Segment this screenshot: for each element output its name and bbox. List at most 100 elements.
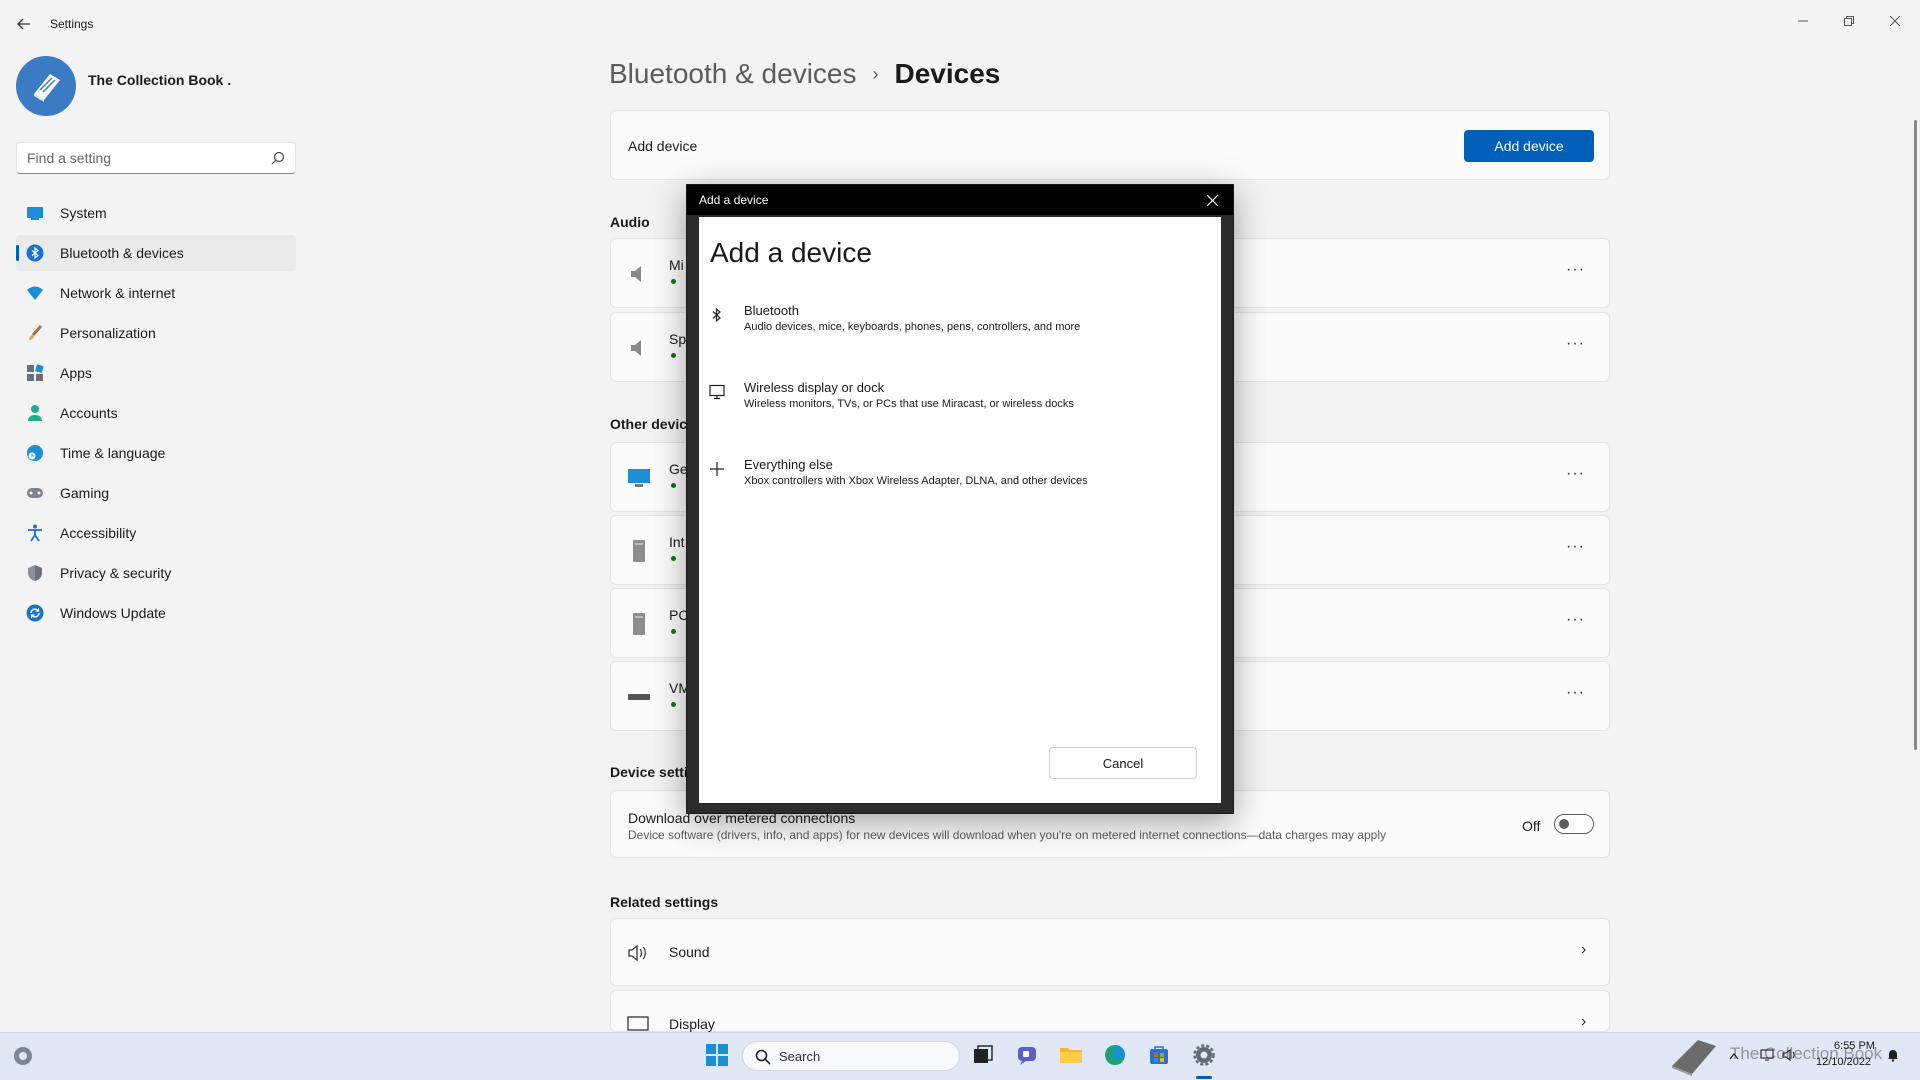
option-title: Wireless display or dock [744,380,885,395]
gamepad-icon [26,484,44,502]
more-options-button[interactable]: ··· [1566,684,1585,702]
notifications-button[interactable] [1886,1048,1900,1067]
more-options-button[interactable]: ··· [1566,335,1585,353]
plus-icon [709,461,725,477]
sidebar-item-gaming[interactable]: Gaming [16,475,296,511]
clock-time[interactable]: 6:55 PM [1834,1040,1875,1052]
dialog-body: Add a device Bluetooth Audio devices, mi… [699,217,1221,803]
edge-browser-icon [1105,1045,1125,1065]
more-options-button[interactable]: ··· [1566,261,1585,279]
related-display-card[interactable]: Display › [610,990,1610,1034]
avatar[interactable] [16,56,76,116]
back-button[interactable] [10,10,38,38]
device-name: Mi [669,257,684,273]
sidebar-item-personalization[interactable]: Personalization [16,315,296,351]
show-hidden-icons-button[interactable] [1729,1049,1739,1063]
option-everything-else[interactable]: Everything else Xbox controllers with Xb… [699,453,1221,513]
sidebar-item-network[interactable]: Network & internet [16,275,296,311]
apps-icon [26,364,44,382]
device-name: Sp [669,331,687,347]
sidebar-item-windows-update[interactable]: Windows Update [16,595,296,631]
sidebar-item-label: Gaming [60,485,110,501]
option-title: Bluetooth [744,303,799,318]
minimize-button[interactable] [1780,6,1826,36]
volume-button[interactable] [1782,1048,1798,1066]
more-options-button[interactable]: ··· [1566,465,1585,483]
connected-dot [671,629,676,634]
breadcrumb-parent[interactable]: Bluetooth & devices [609,58,857,89]
close-icon [1206,194,1218,206]
option-wireless-display[interactable]: Wireless display or dock Wireless monito… [699,376,1221,436]
shield-icon [26,564,44,582]
sidebar-item-label: Bluetooth & devices [60,245,184,261]
taskbar-store[interactable] [1144,1040,1174,1070]
device-name: Ge [669,461,688,477]
network-status-button[interactable] [1760,1048,1774,1066]
sidebar-item-apps[interactable]: Apps [16,355,296,391]
sidebar-item-label: Time & language [60,445,166,461]
option-description: Xbox controllers with Xbox Wireless Adap… [744,475,1088,487]
sidebar-item-label: System [60,205,107,221]
store-icon [1150,1046,1168,1064]
related-sound-card[interactable]: Sound › [610,918,1610,986]
restore-button[interactable] [1826,6,1872,36]
more-options-button[interactable]: ··· [1566,538,1585,556]
sidebar-item-label: Accessibility [60,525,137,541]
chevron-right-icon: › [1581,1013,1587,1030]
settings-search-box[interactable] [16,142,296,174]
close-window-button[interactable] [1872,6,1918,36]
scrollbar[interactable] [1914,120,1917,750]
chevron-up-icon [1729,1053,1739,1060]
add-device-card-label: Add device [628,138,698,154]
active-app-indicator [1196,1076,1212,1079]
page-title: Devices [894,58,1001,89]
bluetooth-icon [709,307,725,323]
search-icon [755,1049,771,1065]
cancel-button[interactable]: Cancel [1049,747,1197,779]
sidebar-item-system[interactable]: System [16,195,296,231]
option-title: Everything else [744,457,833,472]
network-icon [1760,1049,1774,1061]
sidebar-item-accounts[interactable]: Accounts [16,395,296,431]
more-options-button[interactable]: ··· [1566,611,1585,629]
monitor-icon [628,469,650,487]
task-view-icon [974,1045,993,1063]
taskbar [0,1032,1920,1080]
taskbar-file-explorer[interactable] [1056,1040,1086,1070]
section-heading-device-settings: Device setti [610,764,688,780]
related-label: Sound [669,944,710,960]
chevron-right-icon: › [1581,941,1587,958]
globe-clock-icon [26,444,44,462]
connected-dot [671,556,676,561]
taskbar-task-view[interactable] [968,1040,998,1070]
sidebar-item-label: Accounts [60,405,118,421]
clock-date[interactable]: 12/10/2022 [1816,1056,1871,1068]
taskbar-search[interactable]: Search [742,1041,960,1071]
section-heading-related: Related settings [610,894,719,910]
option-description: Wireless monitors, TVs, or PCs that use … [744,398,1074,410]
taskbar-edge[interactable] [1100,1040,1130,1070]
taskbar-widget-button[interactable] [8,1041,38,1071]
breadcrumb: Bluetooth & devices › Devices [609,58,1000,90]
start-button[interactable] [702,1040,732,1070]
dialog-close-button[interactable] [1203,191,1221,209]
search-input[interactable] [27,150,257,166]
book-logo-icon [34,74,60,102]
taskbar-chat[interactable] [1012,1040,1042,1070]
add-device-button[interactable]: Add device [1464,130,1594,162]
connected-dot [671,702,676,707]
metered-toggle[interactable] [1554,814,1594,834]
sidebar-item-accessibility[interactable]: Accessibility [16,515,296,551]
sidebar-item-time-language[interactable]: Time & language [16,435,296,471]
connected-dot [671,483,676,488]
taskbar-settings[interactable] [1189,1040,1219,1070]
title-bar [0,0,1920,48]
app-title: Settings [50,17,94,31]
search-icon [271,151,285,165]
gear-icon [1193,1044,1215,1066]
sidebar-item-privacy-security[interactable]: Privacy & security [16,555,296,591]
option-bluetooth[interactable]: Bluetooth Audio devices, mice, keyboards… [699,299,1221,359]
section-heading-audio: Audio [610,214,650,230]
close-icon [1890,16,1900,26]
sidebar-item-bluetooth-devices[interactable]: Bluetooth & devices [16,235,296,271]
